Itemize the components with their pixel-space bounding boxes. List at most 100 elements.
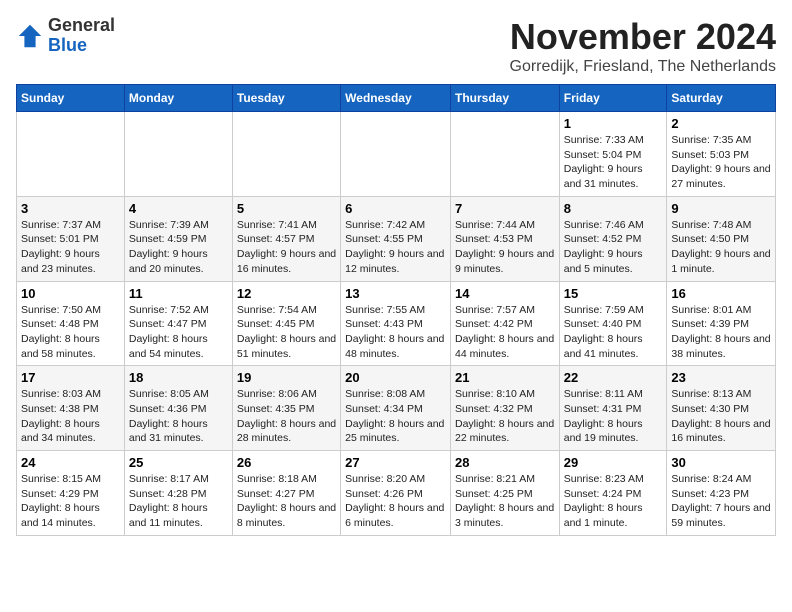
weekday-header: Wednesday (341, 85, 451, 112)
day-info: Sunrise: 7:52 AM Sunset: 4:47 PM Dayligh… (129, 303, 228, 362)
day-info: Sunrise: 8:20 AM Sunset: 4:26 PM Dayligh… (345, 472, 446, 531)
day-info: Sunrise: 7:33 AM Sunset: 5:04 PM Dayligh… (564, 133, 663, 192)
day-info: Sunrise: 8:06 AM Sunset: 4:35 PM Dayligh… (237, 387, 336, 446)
calendar-cell (450, 112, 559, 197)
calendar-header-row: SundayMondayTuesdayWednesdayThursdayFrid… (17, 85, 776, 112)
day-info: Sunrise: 7:54 AM Sunset: 4:45 PM Dayligh… (237, 303, 336, 362)
month-title: November 2024 (510, 16, 777, 58)
calendar-cell: 4Sunrise: 7:39 AM Sunset: 4:59 PM Daylig… (124, 196, 232, 281)
day-number: 27 (345, 455, 446, 470)
calendar-cell: 13Sunrise: 7:55 AM Sunset: 4:43 PM Dayli… (341, 281, 451, 366)
calendar-cell: 28 Sunrise: 8:21 AM Sunset: 4:25 PM Dayli… (450, 451, 559, 536)
day-number: 5 (237, 201, 336, 216)
day-info: Sunrise: 7:41 AM Sunset: 4:57 PM Dayligh… (237, 218, 336, 277)
calendar-cell: 7 Sunrise: 7:44 AM Sunset: 4:53 PM Daylig… (450, 196, 559, 281)
calendar-cell: 14 Sunrise: 7:57 AM Sunset: 4:42 PM Dayli… (450, 281, 559, 366)
day-number: 22 (564, 370, 663, 385)
calendar-cell: 6 Sunrise: 7:42 AM Sunset: 4:55 PM Daylig… (341, 196, 451, 281)
day-info: Sunrise: 8:11 AM Sunset: 4:31 PM Dayligh… (564, 387, 663, 446)
day-number: 1 (564, 116, 663, 131)
weekday-header: Sunday (17, 85, 125, 112)
day-number: 15 (564, 286, 663, 301)
calendar-cell: 9 Sunrise: 7:48 AM Sunset: 4:50 PM Daylig… (667, 196, 776, 281)
day-info: Sunrise: 7:48 AM Sunset: 4:50 PM Dayligh… (671, 218, 771, 277)
day-info: Sunrise: 7:50 AM Sunset: 4:48 PM Dayligh… (21, 303, 120, 362)
day-number: 3 (21, 201, 120, 216)
day-number: 20 (345, 370, 446, 385)
day-info: Sunrise: 8:13 AM Sunset: 4:30 PM Dayligh… (671, 387, 771, 446)
day-info: Sunrise: 7:44 AM Sunset: 4:53 PM Dayligh… (455, 218, 555, 277)
calendar-cell: 12 Sunrise: 7:54 AM Sunset: 4:45 PM Dayli… (232, 281, 340, 366)
day-number: 21 (455, 370, 555, 385)
calendar-cell: 1 Sunrise: 7:33 AM Sunset: 5:04 PM Daylig… (559, 112, 667, 197)
calendar-cell: 16 Sunrise: 8:01 AM Sunset: 4:39 PM Dayli… (667, 281, 776, 366)
day-number: 19 (237, 370, 336, 385)
day-info: Sunrise: 7:39 AM Sunset: 4:59 PM Dayligh… (129, 218, 228, 277)
day-info: Sunrise: 8:08 AM Sunset: 4:34 PM Dayligh… (345, 387, 446, 446)
day-number: 14 (455, 286, 555, 301)
day-number: 18 (129, 370, 228, 385)
calendar-cell: 24Sunrise: 8:15 AM Sunset: 4:29 PM Dayli… (17, 451, 125, 536)
day-info: Sunrise: 7:55 AM Sunset: 4:43 PM Dayligh… (345, 303, 446, 362)
day-number: 30 (671, 455, 771, 470)
calendar-cell (232, 112, 340, 197)
calendar-week-row: 1 Sunrise: 7:33 AM Sunset: 5:04 PM Daylig… (17, 112, 776, 197)
calendar-cell: 25 Sunrise: 8:17 AM Sunset: 4:28 PM Dayli… (124, 451, 232, 536)
calendar-cell: 2 Sunrise: 7:35 AM Sunset: 5:03 PM Daylig… (667, 112, 776, 197)
day-info: Sunrise: 7:46 AM Sunset: 4:52 PM Dayligh… (564, 218, 663, 277)
day-number: 10 (21, 286, 120, 301)
calendar-cell: 27 Sunrise: 8:20 AM Sunset: 4:26 PM Dayli… (341, 451, 451, 536)
calendar-cell: 19 Sunrise: 8:06 AM Sunset: 4:35 PM Dayli… (232, 366, 340, 451)
logo-text: General Blue (48, 16, 115, 56)
day-info: Sunrise: 8:10 AM Sunset: 4:32 PM Dayligh… (455, 387, 555, 446)
day-number: 9 (671, 201, 771, 216)
day-info: Sunrise: 8:21 AM Sunset: 4:25 PM Dayligh… (455, 472, 555, 531)
day-number: 2 (671, 116, 771, 131)
calendar-cell: 3 Sunrise: 7:37 AM Sunset: 5:01 PM Daylig… (17, 196, 125, 281)
weekday-header: Tuesday (232, 85, 340, 112)
calendar-cell: 15 Sunrise: 7:59 AM Sunset: 4:40 PM Dayli… (559, 281, 667, 366)
calendar-cell (17, 112, 125, 197)
weekday-header: Friday (559, 85, 667, 112)
day-info: Sunrise: 7:57 AM Sunset: 4:42 PM Dayligh… (455, 303, 555, 362)
calendar-cell: 10 Sunrise: 7:50 AM Sunset: 4:48 PM Dayli… (17, 281, 125, 366)
day-info: Sunrise: 8:18 AM Sunset: 4:27 PM Dayligh… (237, 472, 336, 531)
day-info: Sunrise: 7:35 AM Sunset: 5:03 PM Dayligh… (671, 133, 771, 192)
calendar-cell: 17Sunrise: 8:03 AM Sunset: 4:38 PM Dayli… (17, 366, 125, 451)
day-info: Sunrise: 7:37 AM Sunset: 5:01 PM Dayligh… (21, 218, 120, 277)
day-info: Sunrise: 8:05 AM Sunset: 4:36 PM Dayligh… (129, 387, 228, 446)
day-number: 28 (455, 455, 555, 470)
day-number: 12 (237, 286, 336, 301)
day-number: 8 (564, 201, 663, 216)
calendar-week-row: 24Sunrise: 8:15 AM Sunset: 4:29 PM Dayli… (17, 451, 776, 536)
calendar-week-row: 17Sunrise: 8:03 AM Sunset: 4:38 PM Dayli… (17, 366, 776, 451)
title-area: November 2024 Gorredijk, Friesland, The … (510, 16, 777, 76)
day-number: 6 (345, 201, 446, 216)
day-info: Sunrise: 8:17 AM Sunset: 4:28 PM Dayligh… (129, 472, 228, 531)
day-number: 7 (455, 201, 555, 216)
day-info: Sunrise: 8:01 AM Sunset: 4:39 PM Dayligh… (671, 303, 771, 362)
calendar-cell: 8 Sunrise: 7:46 AM Sunset: 4:52 PM Daylig… (559, 196, 667, 281)
header: General Blue November 2024 Gorredijk, Fr… (16, 16, 776, 76)
day-info: Sunrise: 8:03 AM Sunset: 4:38 PM Dayligh… (21, 387, 120, 446)
day-number: 11 (129, 286, 228, 301)
day-info: Sunrise: 7:42 AM Sunset: 4:55 PM Dayligh… (345, 218, 446, 277)
calendar-week-row: 10 Sunrise: 7:50 AM Sunset: 4:48 PM Dayli… (17, 281, 776, 366)
day-number: 25 (129, 455, 228, 470)
day-info: Sunrise: 8:23 AM Sunset: 4:24 PM Dayligh… (564, 472, 663, 531)
calendar-cell: 23 Sunrise: 8:13 AM Sunset: 4:30 PM Dayli… (667, 366, 776, 451)
weekday-header: Thursday (450, 85, 559, 112)
calendar-week-row: 3 Sunrise: 7:37 AM Sunset: 5:01 PM Daylig… (17, 196, 776, 281)
logo-icon (16, 22, 44, 50)
location-title: Gorredijk, Friesland, The Netherlands (510, 58, 777, 76)
weekday-header: Saturday (667, 85, 776, 112)
day-info: Sunrise: 7:59 AM Sunset: 4:40 PM Dayligh… (564, 303, 663, 362)
day-number: 16 (671, 286, 771, 301)
day-number: 26 (237, 455, 336, 470)
day-info: Sunrise: 8:15 AM Sunset: 4:29 PM Dayligh… (21, 472, 120, 531)
calendar-cell: 20 Sunrise: 8:08 AM Sunset: 4:34 PM Dayli… (341, 366, 451, 451)
day-number: 23 (671, 370, 771, 385)
calendar-cell: 11 Sunrise: 7:52 AM Sunset: 4:47 PM Dayli… (124, 281, 232, 366)
calendar-cell: 22 Sunrise: 8:11 AM Sunset: 4:31 PM Dayli… (559, 366, 667, 451)
day-info: Sunrise: 8:24 AM Sunset: 4:23 PM Dayligh… (671, 472, 771, 531)
